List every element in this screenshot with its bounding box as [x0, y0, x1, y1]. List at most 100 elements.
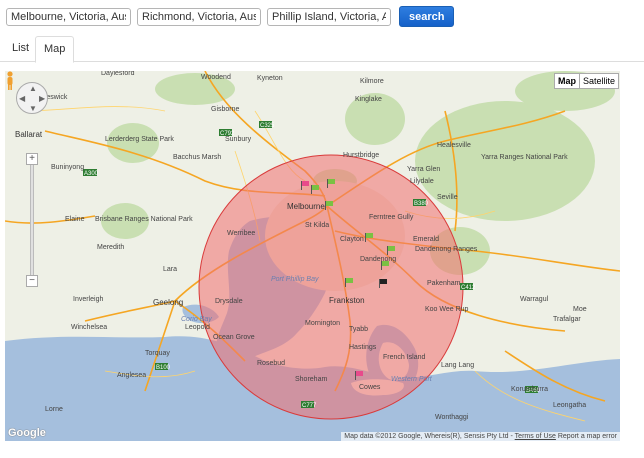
svg-text:C412: C412 [461, 285, 476, 291]
place-label: Warragul [520, 296, 549, 303]
location-input-1[interactable] [6, 7, 131, 26]
place-label: Pakenham [427, 280, 461, 287]
place-label: Wonthaggi [435, 414, 469, 421]
pegman-icon[interactable] [5, 71, 15, 91]
pin-green[interactable] [311, 185, 319, 194]
google-logo[interactable]: Google [8, 427, 46, 439]
place-label: Dandenong Ranges [415, 246, 478, 253]
place-label: Winchelsea [71, 324, 107, 331]
place-label: Clayton [340, 236, 364, 243]
pin-pink[interactable] [355, 371, 363, 380]
place-label: Daylesford [101, 71, 135, 77]
place-label: French Island [383, 354, 426, 361]
place-label: Ferntree Gully [369, 214, 414, 221]
pan-up-icon[interactable]: ▲ [29, 84, 37, 93]
zoom-control: + − [26, 153, 38, 287]
place-label: Yarra Glen [407, 166, 440, 173]
place-label: Lerderderg State Park [105, 136, 174, 143]
pin-pink[interactable] [301, 181, 309, 190]
place-label: Anglesea [117, 372, 146, 379]
place-label: Healesville [437, 142, 471, 149]
view-tabs: List Map [0, 36, 644, 63]
place-label: Lilydale [410, 178, 434, 185]
search-button[interactable]: search [399, 6, 455, 27]
place-label: Woodend [201, 74, 231, 81]
zoom-slider[interactable] [30, 165, 34, 275]
park [107, 123, 159, 163]
pan-down-icon[interactable]: ▼ [29, 104, 37, 113]
place-label: Moe [573, 306, 587, 313]
place-label: Elaine [65, 216, 85, 223]
report-error-link[interactable]: Report a map error [558, 433, 617, 440]
place-label: Mornington [305, 320, 340, 327]
place-label: Werribee [227, 230, 255, 237]
place-label: Lara [163, 266, 177, 273]
svg-text:B380: B380 [414, 201, 429, 207]
svg-text:C325: C325 [260, 123, 275, 129]
svg-text:B100: B100 [156, 365, 171, 371]
pin-green[interactable] [325, 201, 333, 210]
pin-green[interactable] [345, 278, 353, 287]
map-view[interactable]: A300 C792 C325 B380 C412 B100 B460 C777 … [5, 71, 620, 441]
place-label: Frankston [329, 296, 365, 305]
place-label: Leopold [185, 324, 210, 331]
zoom-in-button[interactable]: + [26, 153, 38, 165]
place-label: Kilmore [360, 78, 384, 85]
svg-text:C777: C777 [302, 403, 317, 409]
terms-link[interactable]: Terms of Use [515, 433, 556, 440]
place-label: Meredith [97, 244, 124, 251]
place-label: Shoreham [295, 376, 327, 383]
map-canvas[interactable]: A300 C792 C325 B380 C412 B100 B460 C777 … [5, 71, 620, 441]
park [415, 101, 595, 221]
place-label: Torquay [145, 350, 170, 357]
place-label: Brisbane Ranges National Park [95, 216, 193, 223]
pin-green[interactable] [327, 179, 335, 188]
tab-map[interactable]: Map [35, 36, 75, 63]
place-label: Ballarat [15, 130, 43, 139]
place-label: Melbourne [287, 202, 325, 211]
place-label: Lang Lang [441, 362, 474, 369]
place-label: Bacchus Marsh [173, 154, 221, 161]
place-label: Corio Bay [181, 316, 212, 323]
place-label: Seville [437, 194, 458, 201]
pan-right-icon[interactable]: ▶ [39, 94, 45, 103]
place-label: Port Phillip Bay [271, 276, 319, 283]
place-label: Korumburra [511, 386, 548, 393]
location-input-3[interactable] [267, 7, 391, 26]
tab-list[interactable]: List [4, 36, 37, 62]
place-label: Drysdale [215, 298, 243, 305]
pan-left-icon[interactable]: ◀ [19, 94, 25, 103]
attribution-text: Map data ©2012 Google, Whereis(R), Sensi… [344, 433, 509, 440]
place-label: Cowes [359, 384, 381, 391]
place-label: Dandenong [360, 256, 396, 263]
place-label: Western Port [391, 376, 433, 383]
place-label: Buninyong [51, 164, 84, 171]
place-label: Lorne [45, 406, 63, 413]
pin-green[interactable] [365, 233, 373, 242]
place-label: Inverleigh [73, 296, 103, 303]
place-label: Trafalgar [553, 316, 581, 323]
zoom-out-button[interactable]: − [26, 275, 38, 287]
pan-control[interactable]: ▲ ▼ ◀ ▶ [16, 82, 48, 114]
map-type-satellite-button[interactable]: Satellite [579, 73, 620, 89]
pin-dark[interactable] [379, 279, 387, 288]
svg-text:A300: A300 [84, 171, 99, 177]
place-label: Yarra Ranges National Park [481, 154, 568, 161]
place-label: Kyneton [257, 75, 283, 82]
place-label: Sunbury [225, 136, 252, 143]
pin-green[interactable] [387, 246, 395, 255]
place-label: Rosebud [257, 360, 285, 367]
place-label: Hastings [349, 344, 377, 351]
place-label: Emerald [413, 236, 439, 243]
place-label: Geelong [153, 298, 183, 307]
place-label: Tyabb [349, 326, 368, 333]
place-label: Ocean Grove [213, 334, 255, 341]
place-label: Hurstbridge [343, 152, 379, 159]
place-label: Koo Wee Rup [425, 306, 469, 313]
map-attribution: Map data ©2012 Google, Whereis(R), Sensi… [341, 432, 620, 441]
pin-green[interactable] [381, 261, 389, 270]
map-type-map-button[interactable]: Map [554, 73, 580, 89]
location-input-2[interactable] [137, 7, 261, 26]
place-label: Leongatha [553, 402, 586, 409]
place-label: Gisborne [211, 106, 240, 113]
